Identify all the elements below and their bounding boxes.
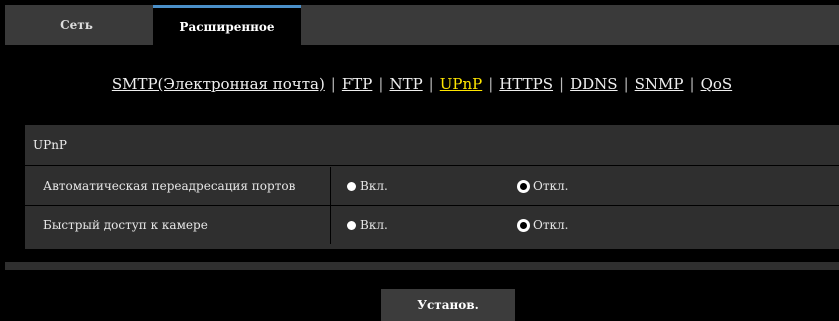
subnav-separator: | [488, 75, 494, 93]
subnav-link-ntp[interactable]: NTP [389, 75, 422, 93]
setting-row-camera-quick-access: Быстрый доступ к камере Вкл. Откл. [25, 206, 839, 244]
subnav-link-snmp[interactable]: SNMP [635, 75, 684, 93]
subnav-separator: | [689, 75, 695, 93]
panel-title: UPnP [25, 125, 839, 166]
radio-unchecked-icon [347, 181, 356, 191]
camera-quick-access-on-radio[interactable]: Вкл. [347, 206, 388, 244]
protocol-subnav: SMTP(Электронная почта) | FTP | NTP | UPnP | HTT… [5, 75, 839, 93]
auto-port-forwarding-off-radio[interactable]: Откл. [518, 167, 568, 205]
radio-unchecked-icon [347, 220, 356, 230]
section-divider [5, 262, 839, 270]
setting-label: Быстрый доступ к камере [25, 206, 331, 244]
radio-checked-icon [518, 219, 529, 231]
subnav-link-ftp[interactable]: FTP [342, 75, 373, 93]
radio-checked-icon [518, 180, 529, 192]
settings-frame: Сеть Расширенное SMTP(Электронная почта)… [5, 5, 839, 321]
radio-label: Откл. [533, 218, 569, 232]
subnav-separator: | [559, 75, 565, 93]
subnav-link-upnp[interactable]: UPnP [440, 75, 483, 93]
subnav-separator: | [330, 75, 336, 93]
tab-bar: Сеть Расширенное [5, 5, 839, 45]
subnav-separator: | [378, 75, 384, 93]
camera-quick-access-off-radio[interactable]: Откл. [518, 206, 568, 244]
radio-label: Откл. [533, 179, 569, 193]
subnav-link-https[interactable]: HTTPS [499, 75, 553, 93]
setting-row-auto-port-forwarding: Автоматическая переадресация портов Вкл.… [25, 167, 839, 206]
subnav-separator: | [623, 75, 629, 93]
subnav-link-ddns[interactable]: DDNS [570, 75, 617, 93]
auto-port-forwarding-on-radio[interactable]: Вкл. [347, 167, 388, 205]
subnav-link-qos[interactable]: QoS [701, 75, 733, 93]
setting-label: Автоматическая переадресация портов [25, 167, 331, 205]
set-button[interactable]: Установ. [381, 289, 515, 321]
radio-label: Вкл. [360, 218, 388, 232]
radio-label: Вкл. [360, 179, 388, 193]
upnp-settings-panel: UPnP Автоматическая переадресация портов… [25, 125, 839, 249]
tab-network[interactable]: Сеть [5, 5, 148, 45]
subnav-link-smtp[interactable]: SMTP(Электронная почта) [112, 75, 325, 93]
subnav-separator: | [428, 75, 434, 93]
tab-advanced[interactable]: Расширенное [153, 5, 301, 45]
